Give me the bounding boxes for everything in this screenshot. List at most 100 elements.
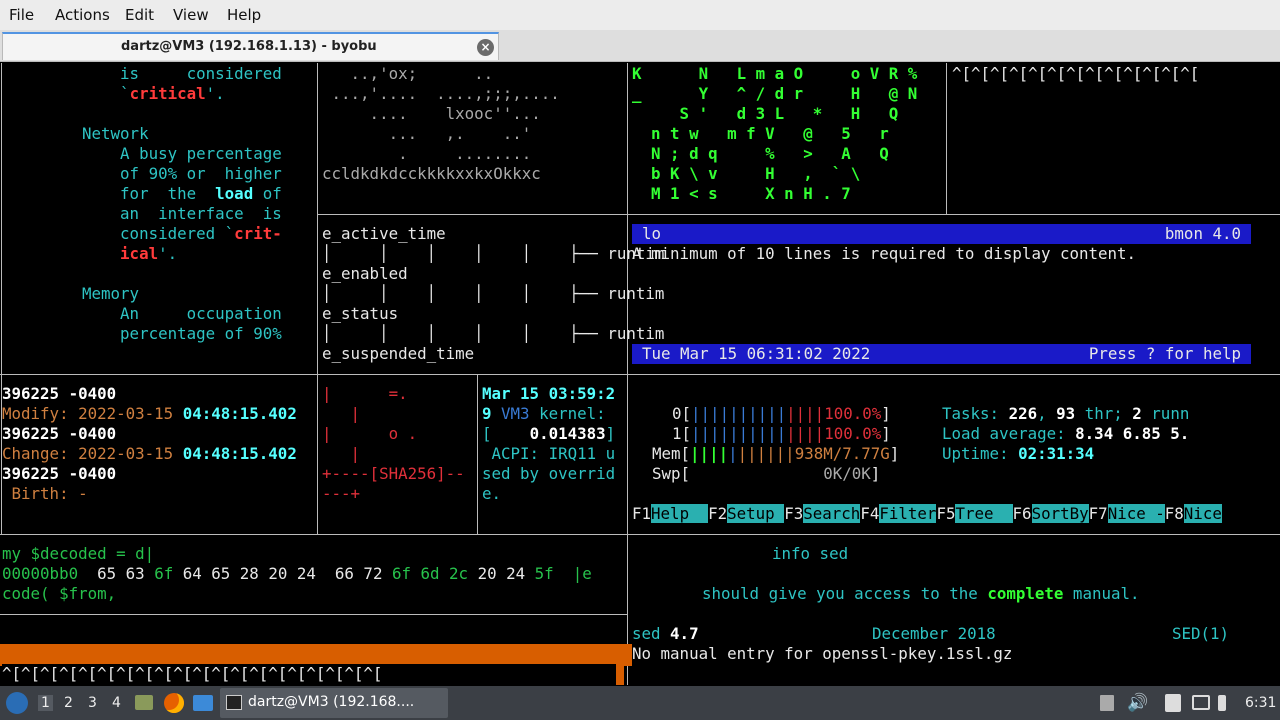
firefox-icon[interactable] (164, 693, 184, 713)
terminal-icon (226, 695, 242, 710)
tree-line: e_status (322, 304, 399, 323)
pane-manpage: info sed should give you access to the c… (632, 544, 1280, 685)
terminal-tab[interactable]: dartz@VM3 (192.168.1.13) - byobu × (2, 32, 499, 60)
pane-hexdump: my $decoded = d| 00000bb0 65 63 6f 64 65 … (2, 544, 626, 614)
cpu1-meter: |||||||||||||| (691, 424, 825, 443)
shell-prompt[interactable]: ^[^[^[^[^[^[^[^[^[^[^[^[^[^[^[^[^[^[^[^[ (2, 664, 624, 685)
pane-docs: is considered `critical'. Network A busy … (82, 64, 316, 364)
file-manager-icon[interactable] (135, 695, 153, 710)
doc-line: ical'. (82, 244, 178, 263)
ascii-line: ccldkdkdcckkkkxxkxOkkxc (322, 164, 541, 183)
ascii-line: .... lxooc''... (322, 104, 541, 123)
menu-file[interactable]: File (9, 6, 34, 24)
desktop-icon[interactable] (193, 695, 213, 711)
ascii-line: ... ,. ..' (322, 124, 532, 143)
sha-line: +----[SHA256]-- (322, 464, 465, 483)
ascii-line: . ........ (322, 144, 532, 163)
start-menu-icon[interactable] (6, 692, 28, 714)
matrix-line: N ; d q % > A Q (632, 144, 889, 163)
workspace-2[interactable]: 2 (64, 695, 73, 711)
fkey-label-f7[interactable]: Nice - (1107, 504, 1165, 523)
running-value: 2 (1132, 404, 1142, 423)
menu-help[interactable]: Help (227, 6, 261, 24)
matrix-line: M 1 < s X n H . 7 (632, 184, 851, 203)
clock[interactable]: 6:31 (1245, 695, 1276, 711)
workspace-1[interactable]: 1 (38, 695, 53, 711)
pane-border (946, 63, 947, 214)
tab-title: dartz@VM3 (192.168.1.13) - byobu (121, 39, 377, 54)
taskbar-window-terminal[interactable]: dartz@VM3 (192.168.... (220, 688, 448, 718)
fkey-label-f4[interactable]: Filter (879, 504, 937, 523)
doc-line: `critical'. (82, 84, 225, 103)
man-footer-section: SED(1) (1172, 624, 1230, 643)
doc-line: considered `crit- (82, 224, 282, 243)
menu-bar: File Actions Edit View Help (0, 0, 1280, 30)
load-value: 8.34 6.85 5. (1075, 424, 1190, 443)
mem-meter: ||||||||||| (690, 444, 795, 463)
man-footer-name: sed (632, 624, 671, 643)
matrix-line: _ Y ^ / d r H @ N (632, 84, 918, 103)
fkey-label-f1[interactable]: Help (651, 504, 709, 523)
fkey-label-f5[interactable]: Tree (955, 504, 1013, 523)
tasks-label: Tasks: (942, 404, 1009, 423)
threads-value: 93 (1056, 404, 1076, 423)
cpu0-label: 0[ (672, 404, 692, 423)
battery-icon[interactable] (1218, 695, 1226, 711)
pane-border (0, 614, 627, 615)
cpu0-meter: |||||||||||||| (691, 404, 825, 423)
hexdump-line: code( $from, (2, 584, 117, 603)
doc-line: an interface is (82, 204, 282, 223)
fkey-f3: F3 (784, 504, 804, 523)
workspace-4[interactable]: 4 (112, 695, 121, 711)
workspace-3[interactable]: 3 (88, 695, 97, 711)
doc-line: of 90% or higher (82, 164, 282, 183)
fkey-f8: F8 (1164, 504, 1184, 523)
kernel-line: Mar 15 03:59:2 (482, 384, 616, 403)
matrix-line: S ' d 3 L * H Q (632, 104, 899, 123)
close-icon[interactable]: × (477, 39, 494, 56)
doc-line: percentage of 90% (82, 324, 282, 343)
stat-line: Modify: 2022-03-15 04:48:15.402 (2, 404, 297, 423)
pane-kernel-log: Mar 15 03:59:2 9 VM3 kernel:[ 0.014383] A… (482, 384, 626, 524)
bmon-help: Press ? for help (1088, 344, 1241, 363)
fkey-label-f2[interactable]: Setup (727, 504, 785, 523)
running-label: runn (1141, 404, 1190, 423)
tab-strip: dartz@VM3 (192.168.1.13) - byobu × (0, 30, 1280, 62)
cpu1-value: 100.0% (824, 424, 882, 443)
fkey-label-f6[interactable]: SortBy (1031, 504, 1089, 523)
man-footer-version: 4.7 (670, 624, 699, 643)
matrix-line: b K \ v H , ` \ (632, 164, 861, 183)
pane-border (317, 214, 1280, 215)
kernel-line: sed by overrid (482, 464, 616, 483)
sha-line: | (322, 444, 361, 463)
tree-line: e_active_time (322, 224, 446, 243)
notification-icon[interactable] (1100, 695, 1114, 711)
fkey-label-f8[interactable]: Nice (1183, 504, 1222, 523)
volume-icon[interactable]: 🔊 (1127, 693, 1148, 713)
uptime-value: 02:31:34 (1018, 444, 1095, 463)
fkey-label-f3[interactable]: Search (803, 504, 861, 523)
display-icon[interactable] (1192, 695, 1210, 710)
cpu0-value: 100.0% (824, 404, 882, 423)
stat-line: 396225 -0400 (2, 424, 117, 443)
menu-view[interactable]: View (173, 6, 209, 24)
tree-line: e_suspended_time (322, 344, 475, 363)
bmon-version: bmon 4.0 (1164, 224, 1241, 243)
menu-actions[interactable]: Actions (55, 6, 110, 24)
doc-line: A busy percentage (82, 144, 282, 163)
bmon-message: A minimum of 10 lines is required to dis… (632, 244, 1137, 263)
hexdump-line: my $decoded = d| (2, 544, 155, 563)
tree-line: │ │ │ │ │ ├── runtim (322, 284, 665, 303)
menu-edit[interactable]: Edit (125, 6, 154, 24)
kernel-line: [ 0.014383] (482, 424, 616, 443)
pane-border (317, 63, 318, 535)
fkey-f6: F6 (1012, 504, 1032, 523)
clipboard-icon[interactable] (1165, 694, 1181, 712)
terminal-area[interactable]: is considered `critical'. Network A busy … (0, 63, 1280, 685)
man-footer-date: December 2018 (872, 624, 996, 643)
matrix-line: n t w m f V @ 5 r (632, 124, 889, 143)
fkey-f2: F2 (708, 504, 728, 523)
stat-line: Change: 2022-03-15 04:48:15.402 (2, 444, 297, 463)
man-text-end: manual. (1063, 584, 1140, 603)
sha-line: | =. (322, 384, 408, 403)
